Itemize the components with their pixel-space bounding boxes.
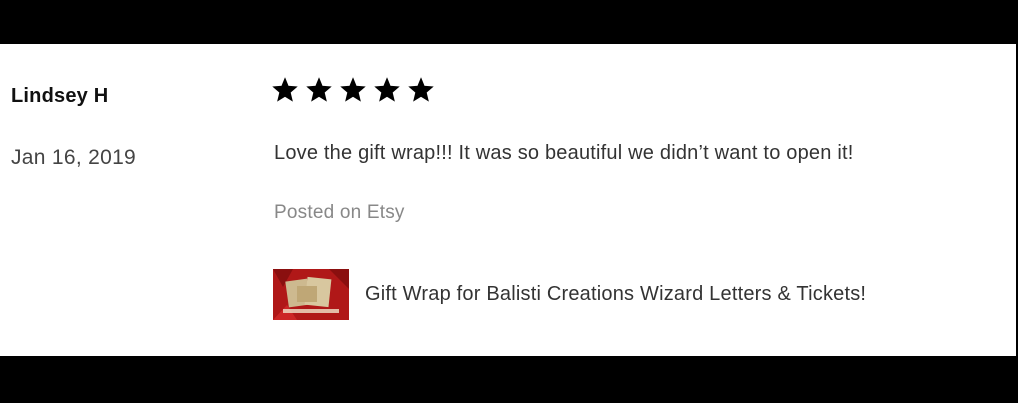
star-filled-icon <box>340 77 366 102</box>
review-source: Posted on Etsy <box>274 202 405 223</box>
review-date: Jan 16, 2019 <box>11 146 137 169</box>
star-filled-icon <box>374 77 400 102</box>
top-black-bar <box>0 0 1018 44</box>
gift-wrap-thumbnail-icon[interactable] <box>273 269 349 320</box>
star-filled-icon <box>272 77 298 102</box>
star-filled-icon <box>408 77 434 102</box>
reviewer-name: Lindsey H <box>11 85 109 107</box>
review-text: Love the gift wrap!!! It was so beautifu… <box>274 142 854 164</box>
product-title[interactable]: Gift Wrap for Balisti Creations Wizard L… <box>365 283 866 306</box>
bottom-black-bar <box>0 356 1018 403</box>
star-rating <box>272 77 434 103</box>
star-filled-icon <box>306 77 332 102</box>
review-card: Lindsey H Jan 16, 2019 Love the gift wra… <box>0 44 1016 356</box>
product-link[interactable]: Gift Wrap for Balisti Creations Wizard L… <box>273 269 866 320</box>
